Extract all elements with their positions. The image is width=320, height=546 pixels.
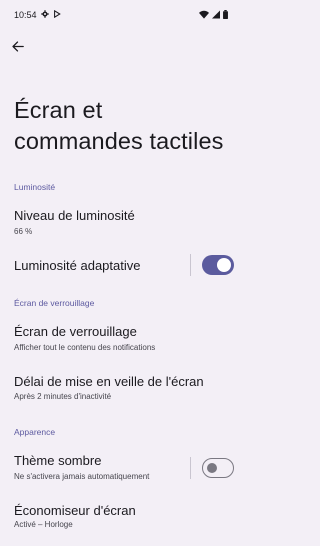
gear-icon	[40, 10, 49, 20]
brightness-level-value: 66 %	[14, 227, 33, 236]
dark-theme-toggle[interactable]	[202, 458, 234, 478]
status-bar: 10:54	[0, 0, 243, 30]
dark-theme-item[interactable]: Thème sombre Ne s'activera jamais automa…	[0, 445, 243, 487]
screen-timeout-summary: Après 2 minutes d'inactivité	[14, 392, 112, 401]
toggle-knob	[207, 462, 217, 473]
status-right	[199, 9, 228, 21]
divider	[190, 254, 191, 276]
adaptive-brightness-item[interactable]: Luminosité adaptative	[0, 250, 243, 280]
toggle-knob	[217, 258, 231, 272]
dark-theme-label: Thème sombre	[14, 453, 102, 468]
section-header-brightness: Luminosité	[14, 182, 56, 192]
lock-screen-item[interactable]: Écran de verrouillage Afficher tout le c…	[0, 316, 243, 356]
dark-theme-summary: Ne s'activera jamais automatiquement	[14, 472, 150, 481]
play-protect-icon	[53, 9, 61, 20]
screen-timeout-item[interactable]: Délai de mise en veille de l'écran Après…	[0, 366, 243, 406]
lock-screen-summary: Afficher tout le contenu des notificatio…	[14, 343, 156, 352]
lock-screen-label: Écran de verrouillage	[14, 324, 137, 339]
wifi-icon	[199, 10, 209, 21]
screensaver-summary: Activé – Horloge	[14, 520, 73, 529]
divider	[190, 457, 191, 479]
brightness-level-item[interactable]: Niveau de luminosité 66 %	[0, 200, 243, 244]
status-left: 10:54	[14, 9, 61, 20]
back-button[interactable]	[8, 40, 26, 58]
adaptive-brightness-toggle[interactable]	[202, 255, 234, 275]
battery-icon	[223, 9, 228, 21]
signal-icon	[212, 10, 220, 21]
screensaver-item[interactable]: Économiseur d'écran Activé – Horloge	[0, 495, 243, 535]
section-header-lock-screen: Écran de verrouillage	[14, 298, 95, 308]
brightness-level-label: Niveau de luminosité	[14, 208, 135, 223]
page-title: Écran et commandes tactiles	[14, 97, 224, 154]
adaptive-brightness-label: Luminosité adaptative	[14, 258, 141, 273]
screen-timeout-label: Délai de mise en veille de l'écran	[14, 374, 204, 389]
section-header-appearance: Apparence	[14, 427, 56, 437]
arrow-back-icon	[11, 40, 24, 58]
status-time: 10:54	[14, 10, 37, 20]
screensaver-label: Économiseur d'écran	[14, 503, 136, 518]
